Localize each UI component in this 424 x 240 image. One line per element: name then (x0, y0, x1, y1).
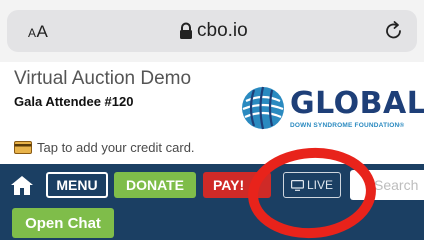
address-bar[interactable]: AA cbo.io (7, 10, 417, 52)
globe-logo-icon (242, 86, 284, 130)
menu-button[interactable]: MENU (46, 172, 108, 198)
reload-icon[interactable] (383, 20, 405, 42)
add-credit-card-link[interactable]: Tap to add your credit card. (14, 139, 195, 155)
logo-wordmark: GLOBAL (290, 86, 424, 121)
browser-chrome: AA cbo.io (0, 0, 424, 62)
pay-button[interactable]: PAY! (203, 172, 271, 198)
text-size-button[interactable]: AA (28, 22, 48, 42)
credit-card-prompt: Tap to add your credit card. (37, 139, 195, 155)
page-title: Virtual Auction Demo (14, 68, 192, 89)
search-input[interactable] (350, 170, 424, 200)
url-text[interactable]: cbo.io (197, 20, 248, 42)
foundation-logo[interactable]: GLOBAL DOWN SYNDROME FOUNDATION® (240, 85, 424, 133)
open-chat-button[interactable]: Open Chat (12, 208, 114, 238)
monitor-icon (290, 179, 304, 191)
credit-card-icon (14, 140, 32, 154)
lock-icon (180, 22, 192, 39)
live-label: LIVE (306, 178, 333, 192)
logo-subtitle: DOWN SYNDROME FOUNDATION® (290, 122, 405, 129)
live-button[interactable]: LIVE (283, 172, 341, 198)
home-icon[interactable] (10, 174, 34, 196)
attendee-label: Gala Attendee #120 (14, 94, 134, 109)
donate-button[interactable]: DONATE (114, 172, 196, 198)
